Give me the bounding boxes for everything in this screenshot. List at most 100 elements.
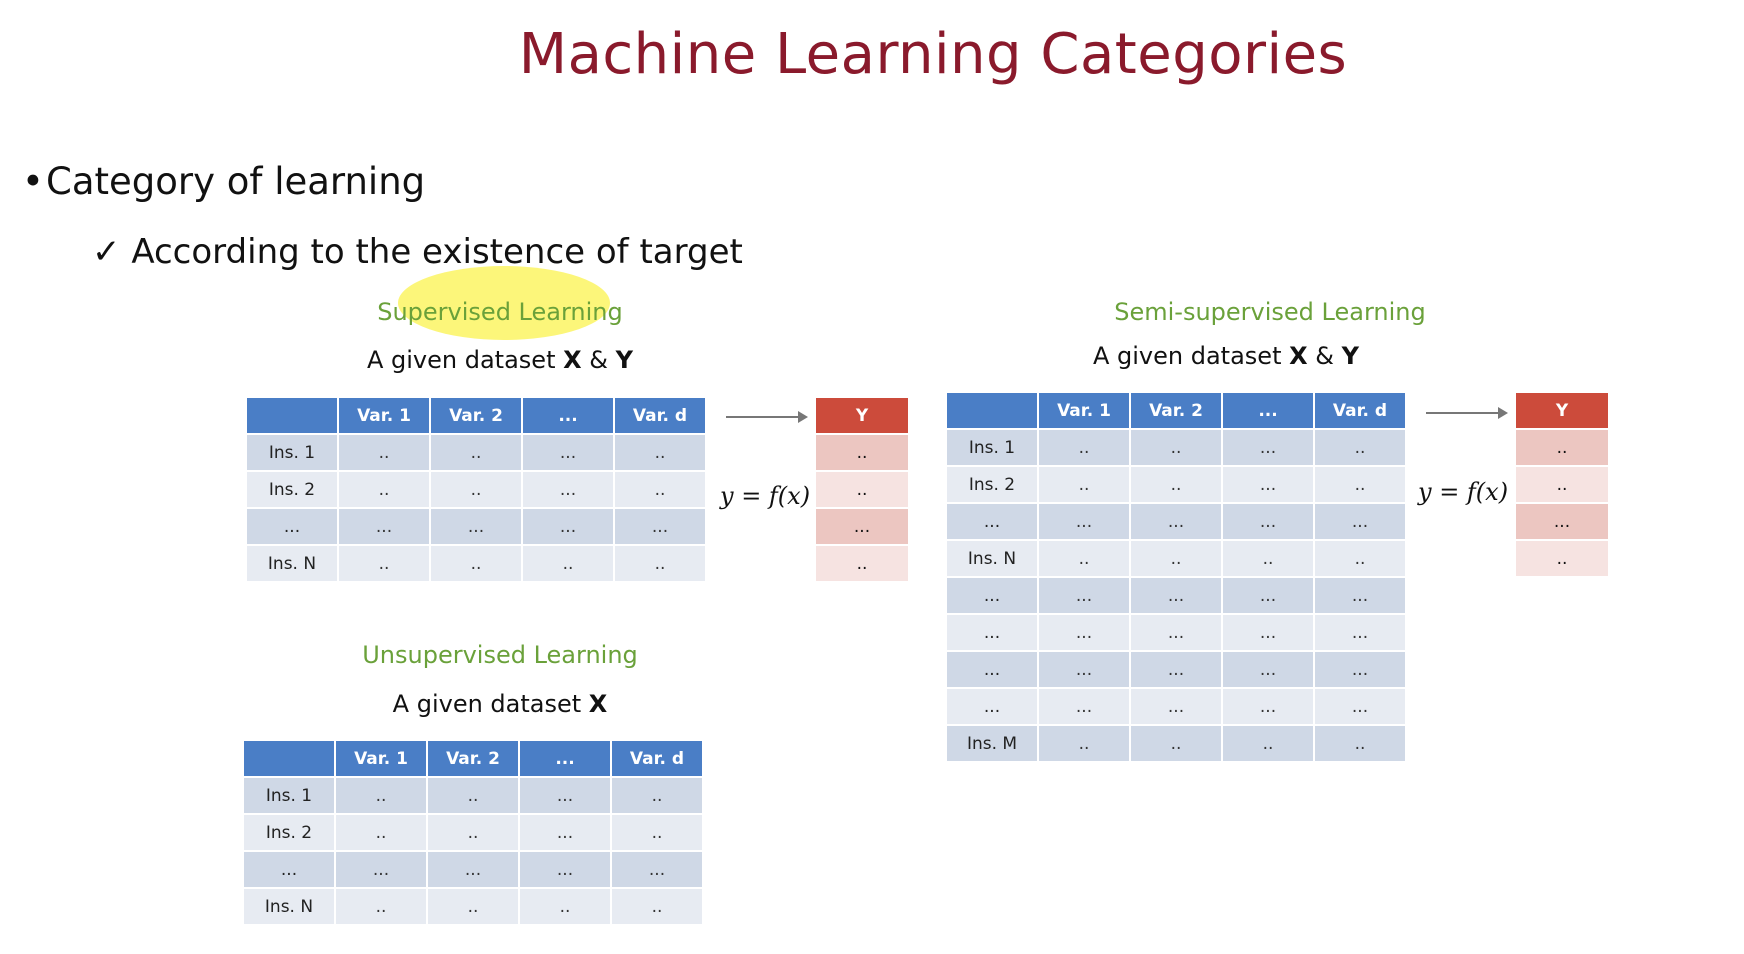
table-cell: .. — [615, 546, 705, 581]
table-cell: .. — [612, 778, 702, 813]
row-label: ... — [947, 652, 1037, 687]
table-cell: ... — [1039, 615, 1129, 650]
column-header: ... — [520, 741, 610, 776]
supervised-title: Supervised Learning — [377, 298, 623, 326]
unsupervised-caption: A given dataset X — [350, 690, 650, 718]
caption-prefix: A given dataset — [366, 346, 564, 374]
column-header: Var. d — [1315, 393, 1405, 428]
semi-supervised-arrow — [1426, 407, 1508, 419]
table-row: ............... — [947, 689, 1405, 724]
row-label: ... — [947, 615, 1037, 650]
table-cell: .. — [615, 472, 705, 507]
table-cell: .. — [431, 435, 521, 470]
table-row: ............... — [247, 509, 705, 544]
table-cell: ... — [1315, 615, 1405, 650]
column-header — [947, 393, 1037, 428]
supervised-caption: A given dataset X & Y — [330, 346, 670, 374]
bullet-category: •Category of learning — [22, 160, 425, 203]
supervised-y-column: Y ......... — [816, 396, 908, 583]
table-cell: .. — [336, 778, 426, 813]
row-label: Ins. 1 — [247, 435, 337, 470]
caption-y: Y — [615, 346, 633, 374]
caption-x: X — [588, 690, 608, 718]
table-cell: .. — [1039, 726, 1129, 761]
supervised-arrow — [726, 411, 808, 423]
caption-y: Y — [1341, 342, 1359, 370]
table-cell: .. — [612, 889, 702, 924]
y-row: .. — [1516, 541, 1608, 576]
row-label: ... — [247, 509, 337, 544]
row-label: Ins. 2 — [947, 467, 1037, 502]
table-row: Ins. 1......... — [244, 778, 702, 813]
column-header: Var. d — [615, 398, 705, 433]
table-cell: ... — [1223, 430, 1313, 465]
table-row: Ins. 1......... — [247, 435, 705, 470]
table-row: ............... — [947, 578, 1405, 613]
table-cell: .. — [339, 546, 429, 581]
table-cell: ... — [612, 852, 702, 887]
table-cell: .. — [431, 546, 521, 581]
table-cell: .. — [1223, 726, 1313, 761]
table-cell: ... — [1315, 689, 1405, 724]
table-cell: ... — [1223, 652, 1313, 687]
row-label: Ins. 1 — [947, 430, 1037, 465]
table-cell: .. — [428, 889, 518, 924]
table-cell: .. — [523, 546, 613, 581]
table-cell: ... — [1131, 615, 1221, 650]
table-cell: ... — [1039, 652, 1129, 687]
table-row: Ins. N........ — [947, 541, 1405, 576]
caption-x: X — [563, 346, 582, 374]
row-label: Ins. 2 — [244, 815, 334, 850]
unsupervised-title: Unsupervised Learning — [362, 641, 638, 669]
table-row: Ins. N........ — [247, 546, 705, 581]
y-row: .. — [816, 472, 908, 507]
table-cell: ... — [520, 852, 610, 887]
table-cell: .. — [1315, 467, 1405, 502]
row-label: Ins. N — [244, 889, 334, 924]
table-cell: ... — [428, 852, 518, 887]
row-label: Ins. N — [947, 541, 1037, 576]
y-value: ... — [1516, 504, 1608, 539]
column-header: ... — [523, 398, 613, 433]
table-cell: ... — [1131, 689, 1221, 724]
table-cell: ... — [1223, 689, 1313, 724]
y-row: .. — [1516, 430, 1608, 465]
caption-prefix: A given dataset — [392, 690, 589, 718]
table-cell: ... — [431, 509, 521, 544]
row-label: Ins. 1 — [244, 778, 334, 813]
table-cell: .. — [1315, 726, 1405, 761]
y-value: ... — [816, 509, 908, 544]
table-cell: ... — [520, 778, 610, 813]
y-header: Y — [816, 398, 908, 433]
table-cell: .. — [520, 889, 610, 924]
table-cell: .. — [431, 472, 521, 507]
column-header: Var. 2 — [428, 741, 518, 776]
table-cell: .. — [1315, 541, 1405, 576]
y-row: ... — [816, 509, 908, 544]
table-cell: ... — [1223, 615, 1313, 650]
table-row: Ins. 2......... — [244, 815, 702, 850]
row-label: Ins. M — [947, 726, 1037, 761]
y-row: .. — [1516, 467, 1608, 502]
table-cell: ... — [339, 509, 429, 544]
table-cell: .. — [1223, 541, 1313, 576]
unsupervised-table: Var. 1 Var. 2... Var. d Ins. 1......... Ins… — [242, 739, 704, 926]
column-header: Var. d — [612, 741, 702, 776]
y-row: ... — [1516, 504, 1608, 539]
table-row: Ins. 2......... — [947, 467, 1405, 502]
table-cell: ... — [1131, 578, 1221, 613]
bullet-text: Category of learning — [46, 160, 426, 203]
table-cell: ... — [1039, 504, 1129, 539]
table-row: Ins. M........ — [947, 726, 1405, 761]
table-cell: ... — [1315, 504, 1405, 539]
table-cell: ... — [523, 435, 613, 470]
table-cell: ... — [520, 815, 610, 850]
y-value: .. — [816, 546, 908, 581]
semi-supervised-formula: y = f(x) — [1418, 478, 1509, 506]
semi-supervised-title: Semi-supervised Learning — [1114, 298, 1426, 326]
table-cell: .. — [428, 778, 518, 813]
y-row: .. — [816, 435, 908, 470]
table-row: Ins. N........ — [244, 889, 702, 924]
table-cell: ... — [523, 472, 613, 507]
column-header: Var. 2 — [1131, 393, 1221, 428]
